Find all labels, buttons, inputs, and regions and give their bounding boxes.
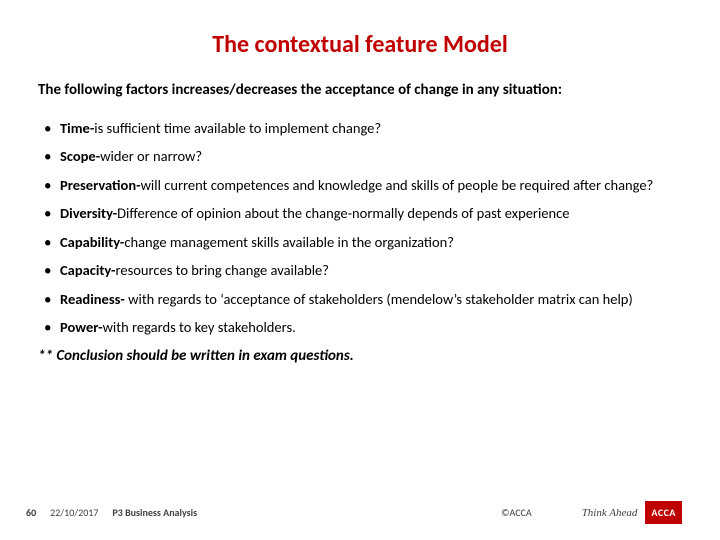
bullet-desc: Difference of opinion about the change-n… bbox=[117, 204, 569, 222]
list-item: Diversity-Difference of opinion about th… bbox=[38, 204, 682, 224]
bullet-term: Readiness- bbox=[60, 290, 125, 308]
conclusion-text: ** Conclusion should be written in exam … bbox=[38, 347, 682, 365]
intro-text: The following factors increases/decrease… bbox=[38, 81, 682, 101]
bullet-term: Scope- bbox=[60, 147, 100, 165]
bullet-desc: will current competences and knowledge a… bbox=[141, 176, 654, 194]
list-item: Scope-wider or narrow? bbox=[38, 147, 682, 167]
bullet-desc: wider or narrow? bbox=[100, 147, 202, 165]
bullet-list: Time-is sufficient time available to imp… bbox=[38, 119, 682, 339]
slide: The contextual feature Model The followi… bbox=[0, 0, 720, 540]
bullet-term: Preservation- bbox=[60, 176, 141, 194]
bullet-term: Capacity- bbox=[60, 261, 116, 279]
list-item: Time-is sufficient time available to imp… bbox=[38, 119, 682, 139]
bullet-desc: is sufficient time available to implemen… bbox=[94, 119, 381, 137]
acca-logo-badge: ACCA bbox=[645, 501, 682, 524]
bullet-term: Capability- bbox=[60, 233, 124, 251]
footer: 60 22/10/2017 P3 Business Analysis ©ACCA… bbox=[0, 501, 720, 524]
footer-copyright: ©ACCA bbox=[501, 506, 532, 519]
list-item: Preservation-will current competences an… bbox=[38, 176, 682, 196]
slide-title: The contextual feature Model bbox=[38, 30, 682, 59]
page-number: 60 bbox=[26, 506, 36, 519]
list-item: Readiness- with regards to ‘acceptance o… bbox=[38, 290, 682, 310]
bullet-term: Diversity- bbox=[60, 204, 117, 222]
list-item: Capacity-resources to bring change avail… bbox=[38, 261, 682, 281]
list-item: Capability-change management skills avai… bbox=[38, 233, 682, 253]
bullet-desc: with regards to ‘acceptance of stakehold… bbox=[125, 290, 633, 308]
bullet-desc: change management skills available in th… bbox=[124, 233, 454, 251]
footer-date: 22/10/2017 bbox=[50, 506, 98, 519]
list-item: Power-with regards to key stakeholders. bbox=[38, 318, 682, 338]
bullet-term: Time- bbox=[60, 119, 94, 137]
footer-course: P3 Business Analysis bbox=[112, 506, 197, 519]
bullet-desc: resources to bring change available? bbox=[116, 261, 330, 279]
bullet-term: Power- bbox=[60, 318, 103, 336]
bullet-desc: with regards to key stakeholders. bbox=[103, 318, 296, 336]
think-ahead-tagline: Think Ahead bbox=[582, 507, 638, 519]
